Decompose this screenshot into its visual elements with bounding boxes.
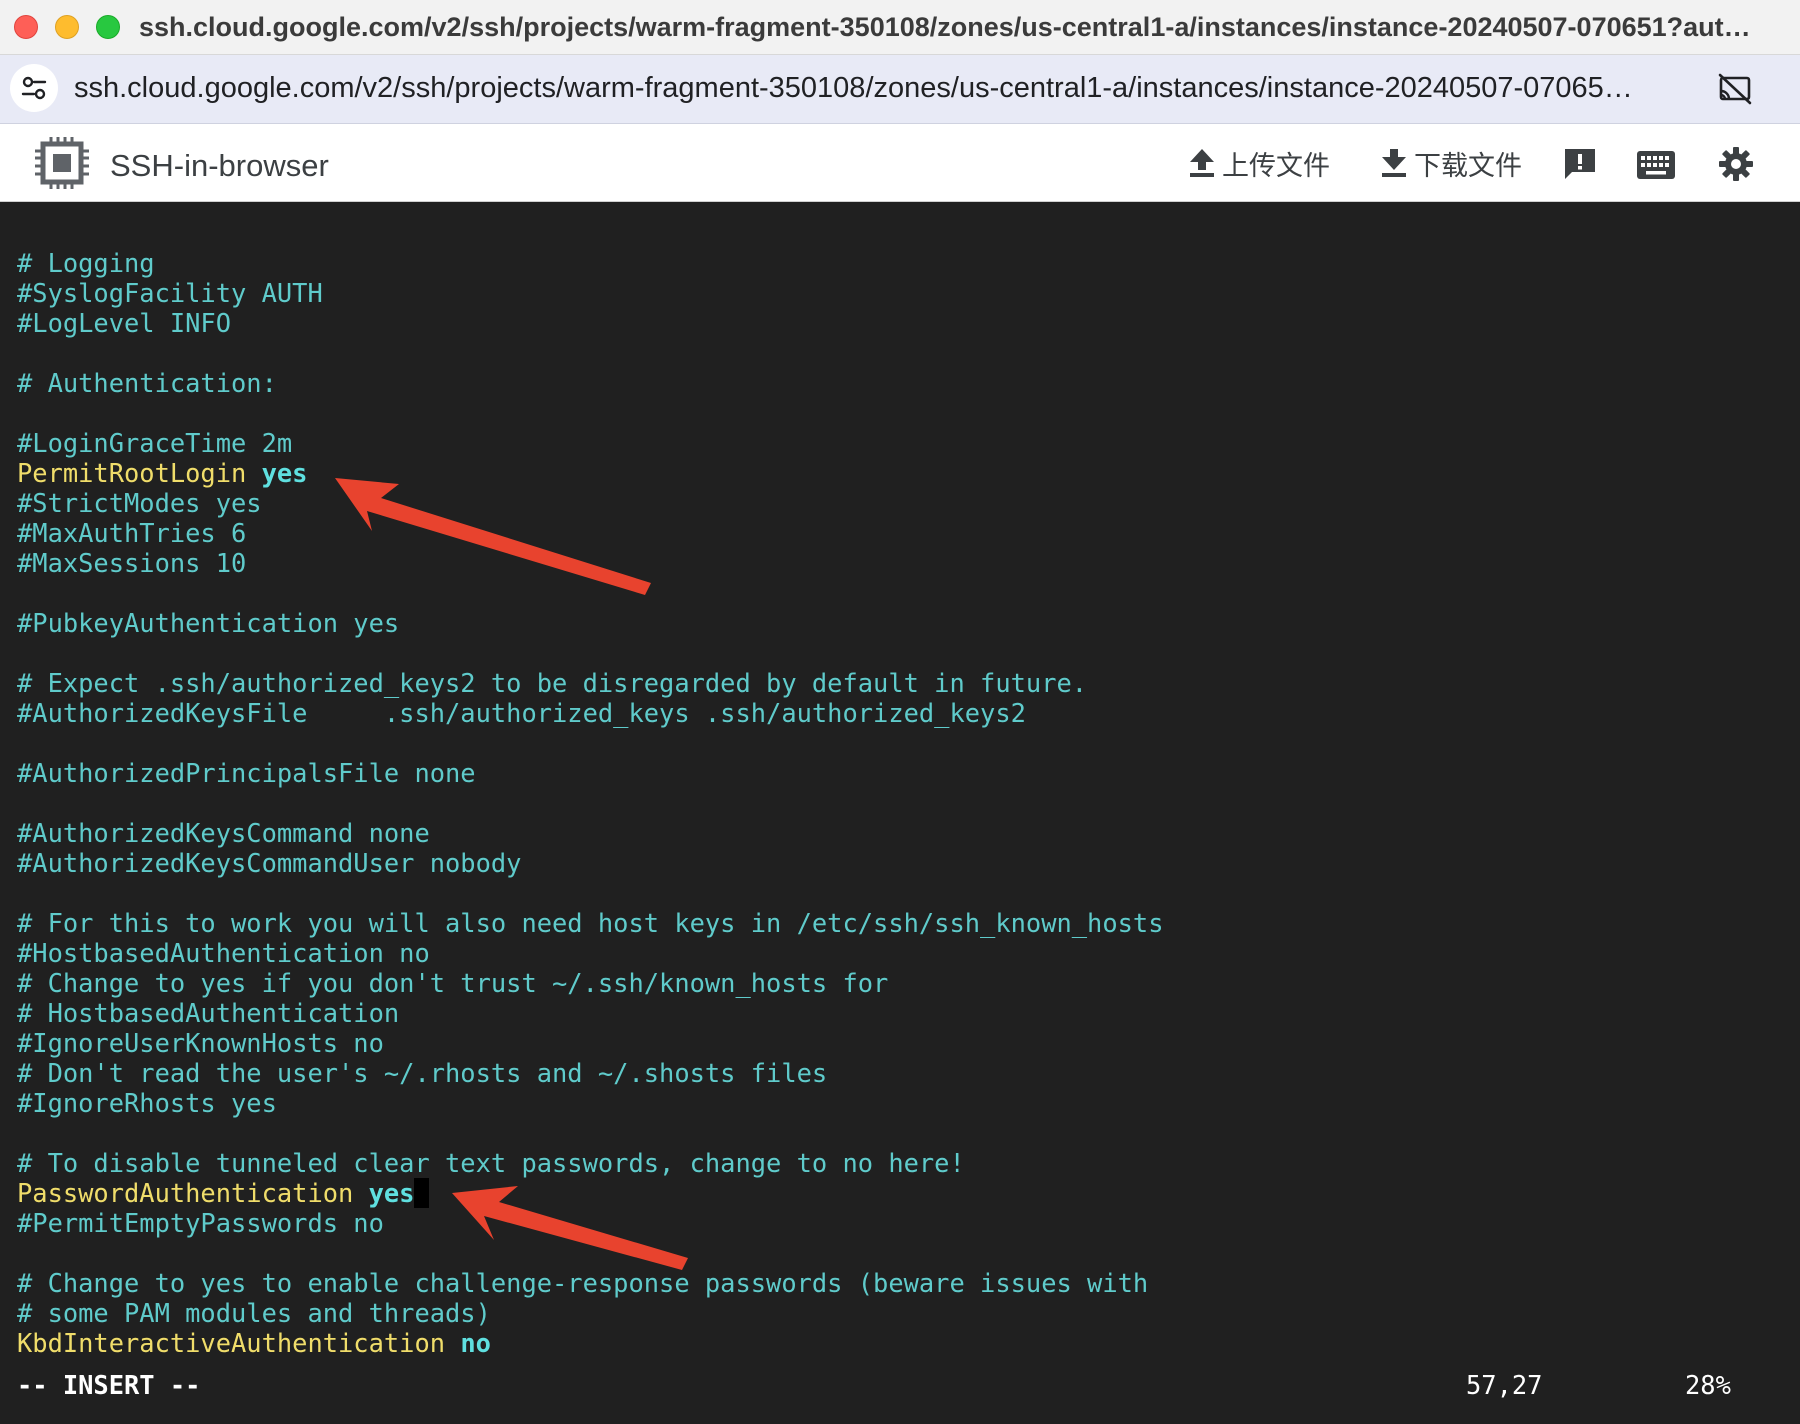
download-icon [1382, 149, 1406, 177]
terminal-line: # some PAM modules and threads) [17, 1298, 1163, 1328]
terminal-line: # HostbasedAuthentication [17, 998, 1163, 1028]
terminal-line: KbdInteractiveAuthentication no [17, 1328, 1163, 1358]
terminal-line: #AuthorizedKeysCommandUser nobody [17, 848, 1163, 878]
upload-icon [1190, 149, 1214, 177]
config-value: no [460, 1328, 491, 1358]
terminal[interactable]: # Logging #SyslogFacility AUTH #LogLevel I… [0, 202, 1800, 1424]
scroll-percent: 28% [1685, 1370, 1731, 1400]
vim-status-line: -- INSERT -- 57,27 28% [17, 1370, 1777, 1400]
comment-text: #PubkeyAuthentication yes [17, 608, 400, 638]
comment-text: #AuthorizedKeysFile .ssh/authorized_keys… [17, 698, 1026, 728]
terminal-line: #LogLevel INFO [17, 308, 1163, 338]
terminal-line: #SyslogFacility AUTH [17, 278, 1163, 308]
config-key: PasswordAuthentication [17, 1178, 354, 1208]
title-bar: ssh.cloud.google.com/v2/ssh/projects/war… [0, 0, 1800, 55]
settings-icon[interactable] [1718, 146, 1754, 187]
terminal-output: # Logging #SyslogFacility AUTH #LogLevel I… [17, 248, 1163, 1358]
terminal-line: PermitRootLogin yes [17, 458, 1163, 488]
comment-text: # HostbasedAuthentication [17, 998, 400, 1028]
comment-text: #LogLevel INFO [17, 308, 232, 338]
app-title: SSH-in-browser [110, 148, 329, 183]
comment-text: #PermitEmptyPasswords no [17, 1208, 384, 1238]
text-cursor [414, 1178, 430, 1208]
comment-text: # Change to yes to enable challenge-resp… [17, 1268, 1149, 1298]
maximize-window-button[interactable] [96, 15, 120, 39]
url-field[interactable]: ssh.cloud.google.com/v2/ssh/projects/war… [74, 72, 1694, 105]
download-file-button[interactable]: 下载文件 [1380, 144, 1522, 182]
comment-text: #LoginGraceTime 2m [17, 428, 293, 458]
terminal-line: #PubkeyAuthentication yes [17, 608, 1163, 638]
comment-text: #AuthorizedKeysCommand none [17, 818, 430, 848]
chip-icon [34, 136, 90, 195]
comment-text: # Logging [17, 248, 155, 278]
comment-text: # For this to work you will also need ho… [17, 908, 1164, 938]
comment-text: # Authentication: [17, 368, 277, 398]
config-value: yes [368, 1178, 415, 1208]
terminal-line: # For this to work you will also need ho… [17, 908, 1163, 938]
comment-text: #AuthorizedPrincipalsFile none [17, 758, 476, 788]
terminal-line: # Expect .ssh/authorized_keys2 to be dis… [17, 668, 1163, 698]
terminal-line: #StrictModes yes [17, 488, 1163, 518]
comment-text: #AuthorizedKeysCommandUser nobody [17, 848, 522, 878]
window-title: ssh.cloud.google.com/v2/ssh/projects/war… [139, 12, 1751, 42]
comment-text: #HostbasedAuthentication no [17, 938, 430, 968]
terminal-line: #MaxAuthTries 6 [17, 518, 1163, 548]
config-key: KbdInteractiveAuthentication [17, 1328, 446, 1358]
upload-file-button[interactable]: 上传文件 [1188, 144, 1330, 182]
terminal-line: # To disable tunneled clear text passwor… [17, 1148, 1163, 1178]
browser-window: ssh.cloud.google.com/v2/ssh/projects/war… [0, 0, 1800, 1424]
terminal-line: # Don't read the user's ~/.rhosts and ~/… [17, 1058, 1163, 1088]
terminal-line: # Change to yes to enable challenge-resp… [17, 1268, 1163, 1298]
close-window-button[interactable] [14, 15, 38, 39]
terminal-line: PasswordAuthentication yes [17, 1178, 1163, 1208]
terminal-line: # Change to yes if you don't trust ~/.ss… [17, 968, 1163, 998]
download-file-label: 下载文件 [1414, 150, 1522, 181]
comment-text: #StrictModes yes [17, 488, 262, 518]
terminal-line: #HostbasedAuthentication no [17, 938, 1163, 968]
app-header: SSH-in-browser 上传文件 下载文件 [0, 124, 1800, 202]
comment-text: #IgnoreRhosts yes [17, 1088, 277, 1118]
keyboard-icon[interactable] [1636, 150, 1676, 185]
config-value: yes [261, 458, 308, 488]
terminal-line: # Logging [17, 248, 1163, 278]
address-bar: ssh.cloud.google.com/v2/ssh/projects/war… [0, 55, 1800, 124]
comment-text: # some PAM modules and threads) [17, 1298, 491, 1328]
comment-text: #IgnoreUserKnownHosts no [17, 1028, 384, 1058]
cursor-position: 57,27 [1466, 1370, 1543, 1400]
comment-text: # Change to yes if you don't trust ~/.ss… [17, 968, 889, 998]
comment-text: #SyslogFacility AUTH [17, 278, 323, 308]
terminal-line: # Authentication: [17, 368, 1163, 398]
comment-text: #MaxSessions 10 [17, 548, 247, 578]
comment-text: # Don't read the user's ~/.rhosts and ~/… [17, 1058, 828, 1088]
terminal-line: #LoginGraceTime 2m [17, 428, 1163, 458]
comment-text: # To disable tunneled clear text passwor… [17, 1148, 965, 1178]
minimize-window-button[interactable] [55, 15, 79, 39]
upload-file-label: 上传文件 [1222, 150, 1330, 181]
tune-icon [21, 76, 47, 100]
terminal-line: #AuthorizedPrincipalsFile none [17, 758, 1163, 788]
terminal-line: #PermitEmptyPasswords no [17, 1208, 1163, 1238]
site-settings-button[interactable] [10, 64, 58, 112]
terminal-line: #IgnoreRhosts yes [17, 1088, 1163, 1118]
comment-text: #MaxAuthTries 6 [17, 518, 247, 548]
terminal-line: #AuthorizedKeysCommand none [17, 818, 1163, 848]
terminal-line: #AuthorizedKeysFile .ssh/authorized_keys… [17, 698, 1163, 728]
cast-disabled-icon[interactable] [1718, 73, 1752, 110]
config-key: PermitRootLogin [17, 458, 247, 488]
comment-text: # Expect .ssh/authorized_keys2 to be dis… [17, 668, 1088, 698]
feedback-icon[interactable] [1562, 146, 1598, 187]
vim-mode: -- INSERT -- [17, 1370, 201, 1400]
terminal-line: #IgnoreUserKnownHosts no [17, 1028, 1163, 1058]
terminal-line: #MaxSessions 10 [17, 548, 1163, 578]
